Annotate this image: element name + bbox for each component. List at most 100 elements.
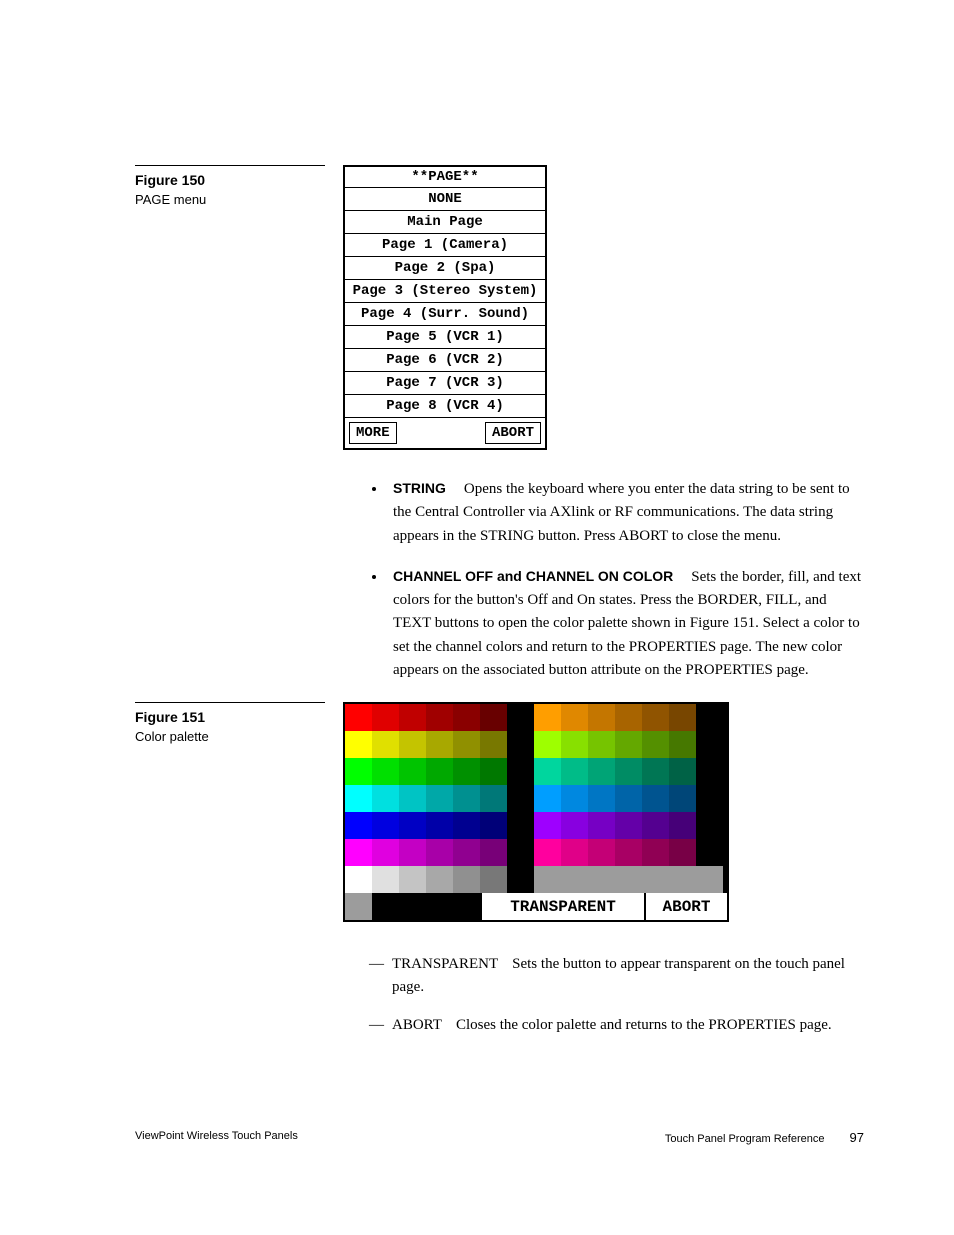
palette-swatch[interactable] [615, 731, 642, 758]
palette-swatch[interactable] [696, 731, 723, 758]
palette-swatch[interactable] [588, 758, 615, 785]
palette-swatch[interactable] [696, 785, 723, 812]
page-menu-item[interactable]: Page 2 (Spa) [345, 256, 545, 279]
palette-abort-button[interactable]: ABORT [644, 893, 727, 920]
palette-swatch[interactable] [588, 731, 615, 758]
palette-swatch[interactable] [696, 839, 723, 866]
palette-swatch[interactable] [426, 785, 453, 812]
palette-swatch[interactable] [507, 758, 534, 785]
palette-swatch[interactable] [345, 731, 372, 758]
palette-swatch[interactable] [507, 731, 534, 758]
palette-swatch[interactable] [534, 839, 561, 866]
page-menu-item[interactable]: Page 7 (VCR 3) [345, 371, 545, 394]
page-menu-item[interactable]: Page 4 (Surr. Sound) [345, 302, 545, 325]
palette-swatch[interactable] [399, 866, 426, 893]
page-menu-item[interactable]: Page 8 (VCR 4) [345, 394, 545, 417]
palette-swatch[interactable] [642, 785, 669, 812]
palette-swatch[interactable] [453, 758, 480, 785]
palette-swatch[interactable] [453, 785, 480, 812]
palette-swatch[interactable] [615, 839, 642, 866]
palette-swatch[interactable] [372, 731, 399, 758]
palette-swatch[interactable] [696, 866, 723, 893]
palette-swatch[interactable] [642, 731, 669, 758]
palette-swatch[interactable] [615, 866, 642, 893]
palette-swatch[interactable] [399, 758, 426, 785]
page-menu-item[interactable]: Page 3 (Stereo System) [345, 279, 545, 302]
palette-swatch[interactable] [507, 866, 534, 893]
palette-swatch[interactable] [534, 731, 561, 758]
palette-swatch[interactable] [372, 812, 399, 839]
palette-swatch[interactable] [507, 839, 534, 866]
page-menu-item[interactable]: Main Page [345, 210, 545, 233]
palette-swatch[interactable] [345, 704, 372, 731]
palette-swatch[interactable] [561, 758, 588, 785]
palette-swatch[interactable] [669, 758, 696, 785]
palette-swatch[interactable] [669, 839, 696, 866]
palette-swatch[interactable] [453, 866, 480, 893]
palette-swatch[interactable] [642, 704, 669, 731]
page-menu-item[interactable]: Page 1 (Camera) [345, 233, 545, 256]
palette-swatch[interactable] [615, 758, 642, 785]
palette-swatch[interactable] [345, 866, 372, 893]
palette-swatch[interactable] [642, 812, 669, 839]
palette-swatch[interactable] [615, 785, 642, 812]
palette-swatch[interactable] [426, 731, 453, 758]
palette-swatch[interactable] [561, 785, 588, 812]
palette-swatch[interactable] [642, 866, 669, 893]
palette-swatch[interactable] [426, 758, 453, 785]
palette-swatch[interactable] [480, 839, 507, 866]
palette-swatch[interactable] [453, 704, 480, 731]
palette-swatch[interactable] [696, 704, 723, 731]
palette-swatch[interactable] [480, 866, 507, 893]
palette-swatch[interactable] [669, 866, 696, 893]
palette-swatch[interactable] [507, 785, 534, 812]
page-menu-item[interactable]: Page 5 (VCR 1) [345, 325, 545, 348]
palette-swatch[interactable] [480, 785, 507, 812]
palette-swatch[interactable] [480, 812, 507, 839]
palette-swatch[interactable] [345, 785, 372, 812]
palette-swatch[interactable] [588, 704, 615, 731]
palette-swatch[interactable] [561, 812, 588, 839]
palette-swatch[interactable] [669, 731, 696, 758]
palette-swatch[interactable] [696, 758, 723, 785]
palette-swatch[interactable] [588, 785, 615, 812]
palette-swatch[interactable] [372, 758, 399, 785]
palette-swatch[interactable] [426, 812, 453, 839]
palette-swatch[interactable] [399, 812, 426, 839]
palette-swatch[interactable] [561, 839, 588, 866]
palette-swatch[interactable] [372, 866, 399, 893]
palette-swatch[interactable] [588, 866, 615, 893]
palette-swatch[interactable] [480, 704, 507, 731]
palette-swatch[interactable] [561, 731, 588, 758]
palette-swatch[interactable] [345, 758, 372, 785]
palette-swatch[interactable] [642, 758, 669, 785]
palette-swatch[interactable] [534, 758, 561, 785]
palette-swatch[interactable] [534, 812, 561, 839]
palette-swatch[interactable] [615, 704, 642, 731]
palette-swatch[interactable] [426, 704, 453, 731]
palette-swatch[interactable] [426, 866, 453, 893]
transparent-button[interactable]: TRANSPARENT [480, 893, 644, 920]
palette-swatch[interactable] [453, 731, 480, 758]
palette-swatch[interactable] [534, 785, 561, 812]
palette-swatch[interactable] [372, 785, 399, 812]
palette-swatch[interactable] [372, 704, 399, 731]
palette-swatch[interactable] [588, 839, 615, 866]
more-button[interactable]: MORE [349, 422, 397, 444]
palette-swatch[interactable] [642, 839, 669, 866]
palette-swatch[interactable] [561, 704, 588, 731]
palette-swatch[interactable] [669, 704, 696, 731]
palette-swatch[interactable] [345, 812, 372, 839]
palette-swatch[interactable] [399, 731, 426, 758]
palette-swatch[interactable] [399, 839, 426, 866]
palette-swatch[interactable] [669, 812, 696, 839]
palette-swatch[interactable] [399, 785, 426, 812]
palette-swatch[interactable] [399, 704, 426, 731]
page-menu-item[interactable]: Page 6 (VCR 2) [345, 348, 545, 371]
palette-swatch[interactable] [453, 812, 480, 839]
palette-swatch[interactable] [669, 785, 696, 812]
palette-swatch[interactable] [534, 704, 561, 731]
palette-swatch[interactable] [507, 704, 534, 731]
palette-swatch[interactable] [507, 812, 534, 839]
palette-swatch[interactable] [480, 731, 507, 758]
